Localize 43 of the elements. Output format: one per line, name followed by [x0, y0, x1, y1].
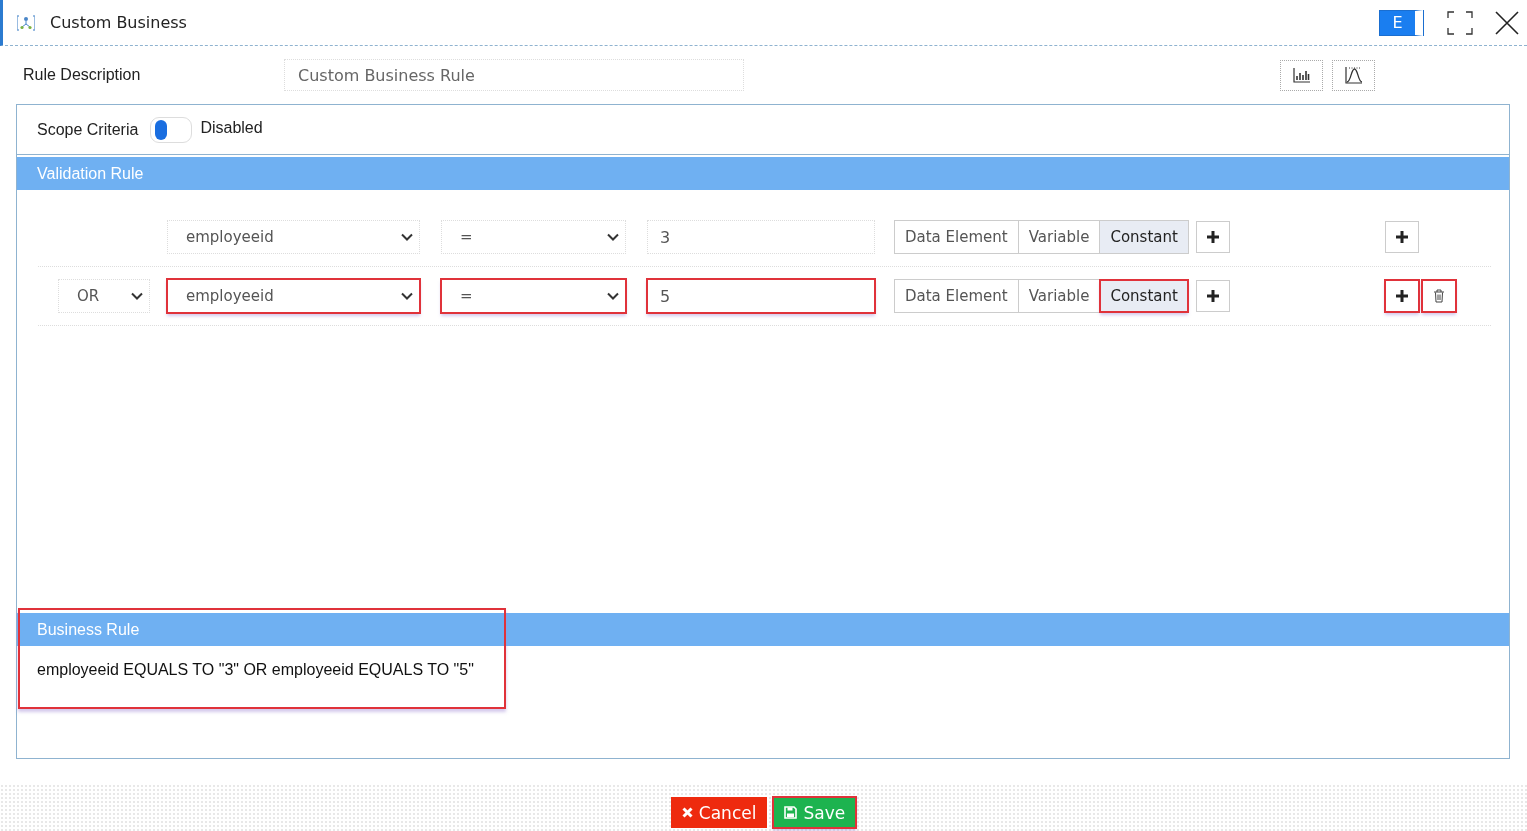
curve-chart-button[interactable]: [1332, 59, 1375, 91]
field-label: Scope Criteria: [37, 120, 139, 139]
caret-icon: [607, 233, 619, 241]
field-dropdown[interactable]: employeeid: [167, 220, 420, 254]
operator-dropdown[interactable]: =: [441, 279, 626, 313]
mode-toggle[interactable]: E: [1379, 9, 1423, 36]
window-title: Custom Business: [50, 13, 187, 32]
trash-icon: [1433, 289, 1445, 303]
maximize-icon: [1447, 10, 1473, 35]
add-condition-button[interactable]: [1385, 221, 1419, 253]
switch-state-text: Disabled: [200, 118, 263, 137]
caret-icon: [401, 292, 413, 300]
section-header: Business Rule: [17, 613, 1509, 646]
add-value-button[interactable]: [1195, 221, 1230, 253]
plus-icon: [1206, 290, 1219, 302]
connector-dropdown[interactable]: OR: [58, 279, 150, 313]
value-type-tab[interactable]: Constant: [1100, 221, 1188, 253]
field-label: Rule Description: [23, 66, 142, 84]
field-dropdown[interactable]: employeeid: [167, 279, 420, 313]
bell-curve-icon: [1344, 66, 1363, 84]
operator-dropdown[interactable]: =: [441, 220, 626, 254]
plus-icon: [1396, 290, 1408, 302]
caret-icon: [131, 292, 143, 300]
close-icon: [681, 807, 693, 818]
app-logo-icon: [17, 14, 35, 31]
value-field[interactable]: 5: [647, 279, 875, 313]
rule-description-field[interactable]: Custom Business Rule: [284, 59, 744, 91]
plus-icon: [1206, 231, 1219, 243]
scope-switch[interactable]: [150, 116, 193, 143]
bar-chart-button[interactable]: [1280, 59, 1323, 91]
plus-icon: [1396, 231, 1408, 243]
bar-chart-icon: [1292, 67, 1311, 83]
add-condition-button[interactable]: [1385, 280, 1419, 312]
close-icon: [1495, 10, 1519, 35]
section-header: Validation Rule: [17, 157, 1509, 190]
caret-icon: [607, 292, 619, 300]
add-value-button[interactable]: [1195, 280, 1230, 312]
caret-icon: [401, 233, 413, 241]
delete-button[interactable]: [1422, 280, 1456, 312]
business-rule-text: employeeid EQUALS TO "3" OR employeeid EQUALS TO "5": [36, 660, 475, 679]
value-field[interactable]: 3: [647, 220, 875, 254]
cancel-button[interactable]: Cancel: [670, 797, 768, 828]
value-type-tab[interactable]: Constant: [1100, 280, 1188, 312]
